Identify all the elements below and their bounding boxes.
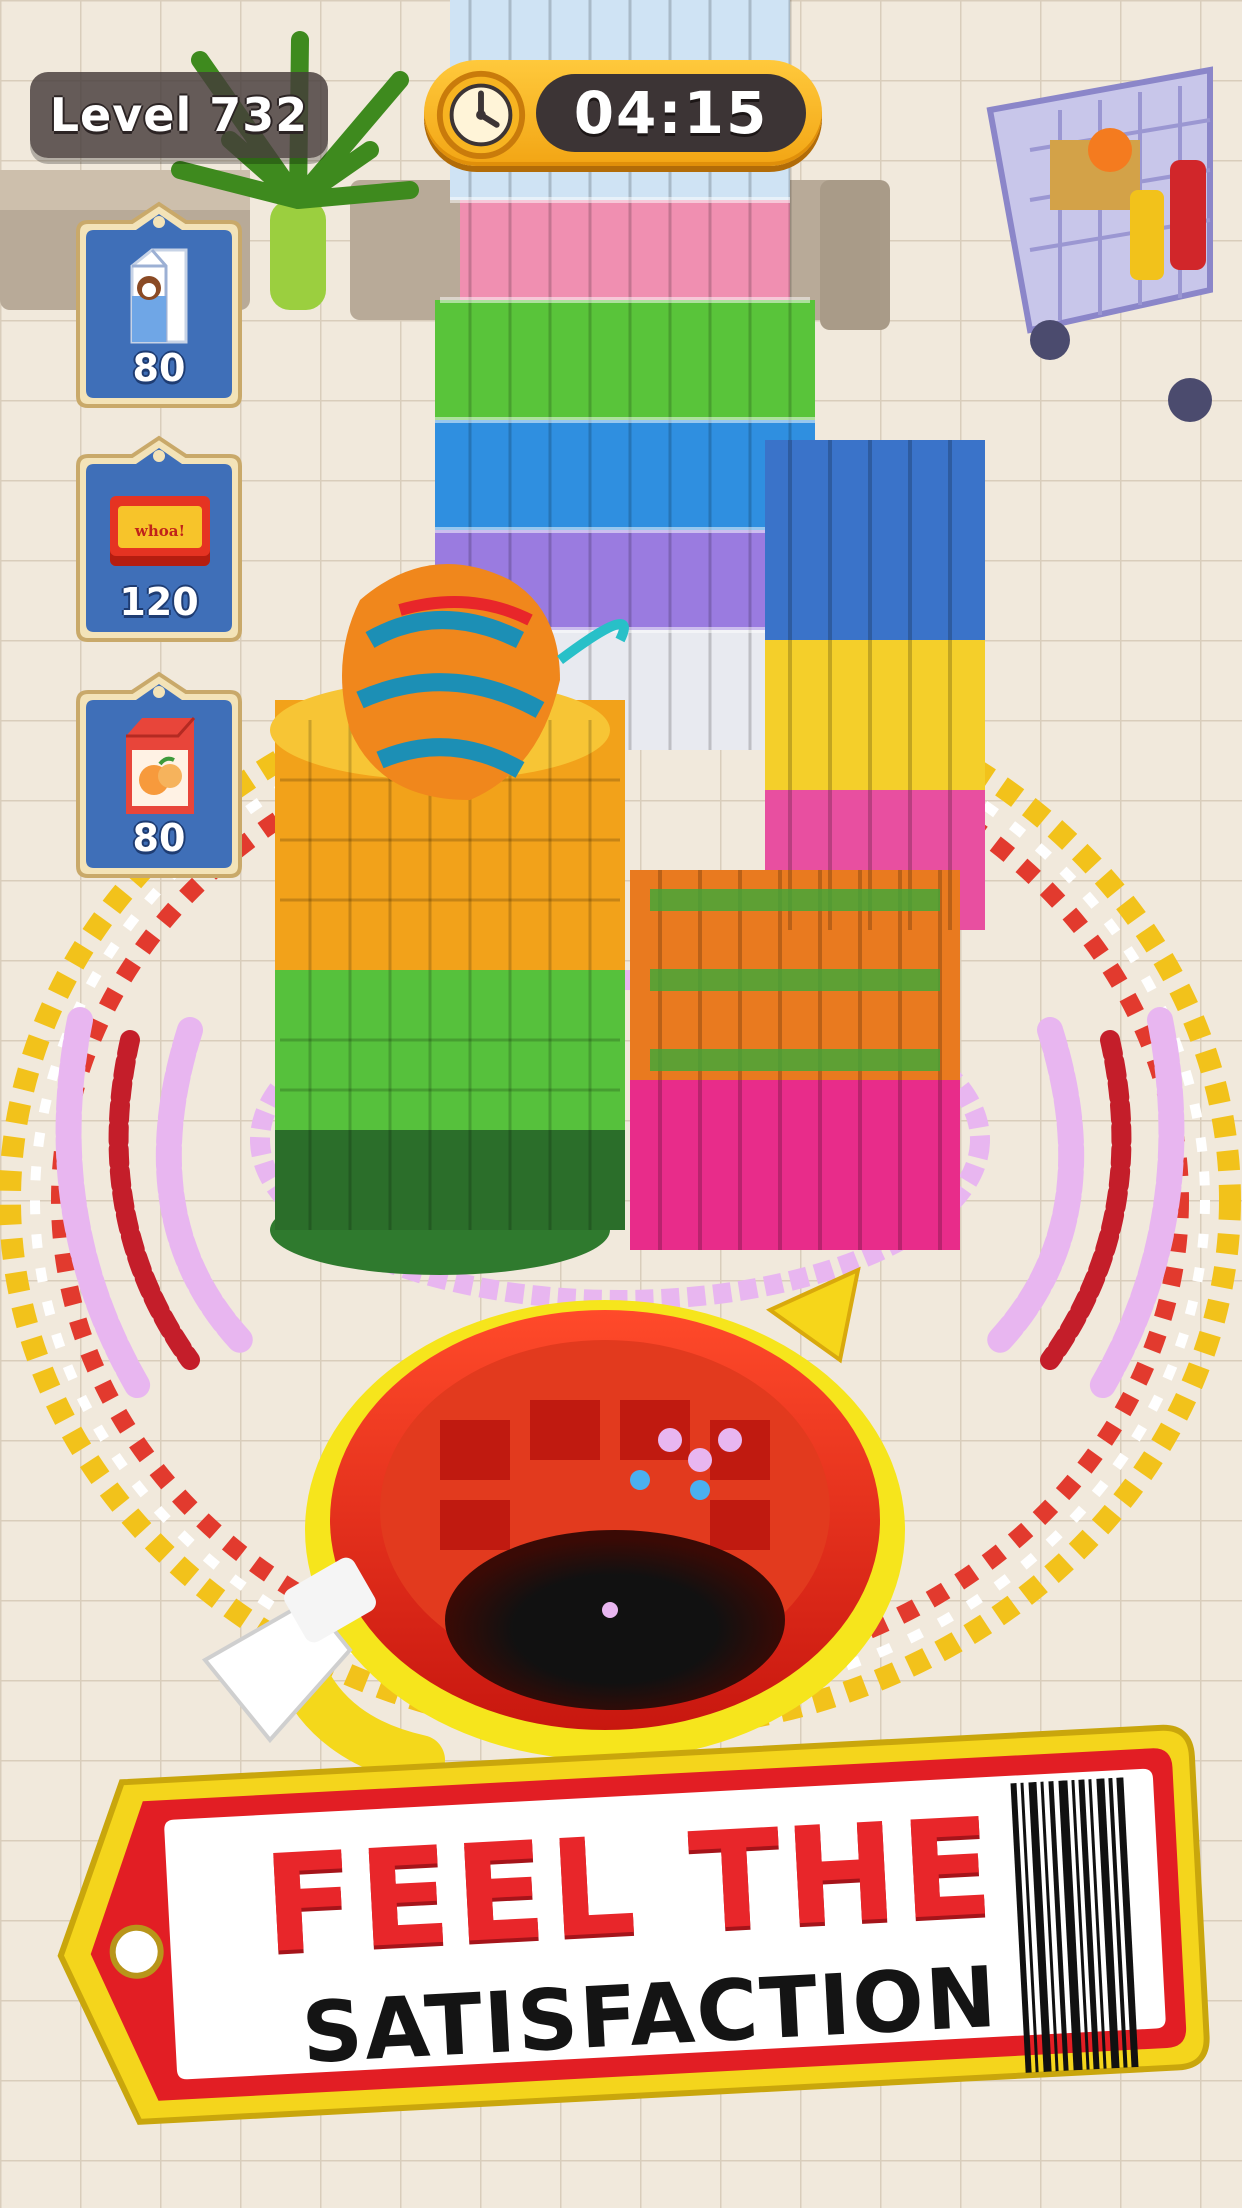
juice-carton-icon (126, 717, 196, 814)
goal-card-juice: 80 (74, 670, 244, 880)
snack-box-text: whoa! (134, 522, 186, 540)
hole-vacuum[interactable] (305, 1300, 905, 1760)
timer: 04:15 (424, 60, 822, 166)
level-label: Level 732 (49, 88, 309, 142)
goal-card-snack: whoa! 120 (74, 434, 244, 644)
goal-count-snack: 120 (119, 580, 199, 624)
snack-box-label: whoa! (118, 506, 202, 548)
goal-card-milk: 80 (74, 200, 244, 410)
timer-value: 04:15 (573, 79, 769, 147)
goal-count-milk: 80 (132, 346, 186, 390)
timer-display: 04:15 (536, 74, 806, 152)
level-indicator: Level 732 (30, 72, 328, 158)
stopwatch-icon (436, 70, 526, 160)
snack-box-icon: whoa! (110, 496, 210, 566)
milk-carton-icon (130, 248, 188, 344)
goal-count-juice: 80 (132, 816, 186, 860)
